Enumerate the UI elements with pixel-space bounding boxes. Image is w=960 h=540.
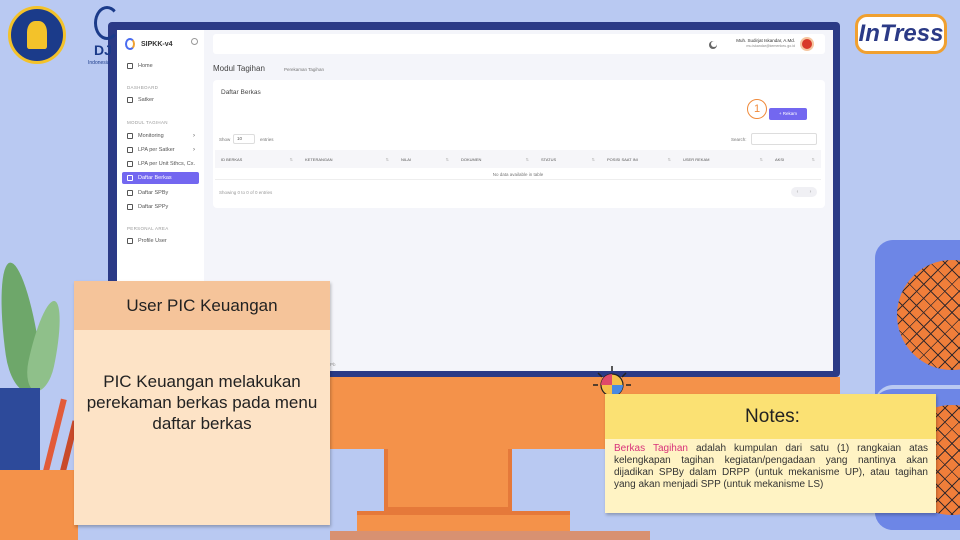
sidebar-toggle-icon[interactable] [191,38,198,45]
sidebar-item-label: Satker [138,97,154,103]
sidebar-item-monitoring[interactable]: Monitoring › [122,130,199,142]
user-email: mu.iskandar@kemenkeu.go.id [746,44,795,48]
chevron-right-icon: › [193,133,195,139]
topbar: Muh. Sudirjat Iskandar, A.Md. mu.iskanda… [213,34,825,54]
notes-term: Berkas Tagihan [614,443,688,454]
info-box: User PIC Keuangan PIC Keuangan melakukan… [74,281,330,525]
sidebar-item-label: Daftar Berkas [138,175,172,181]
sidebar-item-profile[interactable]: Profile User [122,235,199,247]
info-box-body: PIC Keuangan melakukan perekaman berkas … [86,372,318,433]
brand[interactable]: SIPKK-v4 [125,36,173,52]
sidebar-item-lpa-satker[interactable]: LPA per Satker › [122,144,199,156]
table-header: ID BERKAS KETERANGAN NILAI DOKUMEN STATU… [215,150,821,168]
intress-logo: InTress [855,14,947,54]
column-header[interactable]: DOKUMEN [455,157,535,162]
column-header[interactable]: STATUS [535,157,601,162]
table-empty-row: No data available in table [215,170,821,180]
sidebar-section-personal: PERSONAL AREA [127,226,169,231]
monitor-stand [384,449,512,511]
sidebar-item-satker[interactable]: Satker [122,94,199,106]
menu-icon [127,133,133,139]
table-info: Showing 0 to 0 of 0 entries [219,190,273,195]
sidebar-section-modul: MODUL TAGIHAN [127,120,168,125]
kemenkeu-logo [8,6,66,64]
notes-body: Berkas Tagihan adalah kumpulan dari satu… [605,439,936,491]
djpb-logo-subtext: Indonesia [88,60,110,66]
user-icon [127,238,133,244]
folder-icon [127,175,133,181]
entries-label: entries [260,137,274,142]
file-icon [127,147,133,153]
notes-title: Notes: [605,394,936,439]
pager-next-button[interactable]: › [810,189,812,195]
sidebar-item-label: LPA per Unit Sthcs, Cx. [138,161,196,167]
sidebar-item-label: LPA per Satker [138,147,175,153]
notes-box: Notes: Berkas Tagihan adalah kumpulan da… [605,394,936,513]
breadcrumb[interactable]: Perekaman Tagihan [284,67,324,72]
monitor-base [357,511,570,531]
column-header[interactable]: USER REKAM [677,157,769,162]
sidebar-item-label: Daftar SPPy [138,204,169,210]
sidebar-section-dashboard: DASHBOARD [127,85,159,90]
entries-select[interactable]: 10 [233,134,255,144]
sidebar-item-daftar-spp[interactable]: Daftar SPPy [122,201,199,213]
avatar[interactable] [800,37,814,51]
column-header[interactable]: AKSI [769,157,821,162]
sidebar-item-label: Home [138,63,153,69]
monitor-icon [127,97,133,103]
sidebar-item-daftar-spby[interactable]: Daftar SPBy [122,187,199,199]
brand-logo-icon [125,38,135,50]
column-header[interactable]: POSISI SAAT INI [601,157,677,162]
home-icon [127,63,133,69]
card-title: Daftar Berkas [221,89,261,96]
sidebar-item-label: Monitoring [138,133,164,139]
sidebar-item-label: Daftar SPBy [138,190,169,196]
file-icon [127,204,133,210]
pager-prev-button[interactable]: ‹ [797,189,799,195]
user-name: Muh. Sudirjat Iskandar, A.Md. [736,38,795,43]
rekam-button[interactable]: + Rekam [769,108,807,120]
search-label: Search: [731,137,747,142]
sidebar-item-daftar-berkas[interactable]: Daftar Berkas [122,172,199,184]
column-header[interactable]: NILAI [395,157,455,162]
footer-text: Pb [330,362,336,367]
file-icon [127,190,133,196]
sidebar-item-lpa-unit[interactable]: LPA per Unit Sthcs, Cx. [122,158,199,170]
page-title: Modul Tagihan [213,64,265,73]
info-box-title: User PIC Keuangan [74,281,330,330]
sidebar-item-home[interactable]: Home [122,60,199,72]
file-icon [127,161,133,167]
show-label: Show [219,137,231,142]
pagination: ‹ › [791,187,817,197]
sidebar-item-label: Profile User [138,238,167,244]
moon-icon[interactable] [711,41,717,47]
plant-pot [0,470,78,540]
daftar-berkas-card: Daftar Berkas 1 + Rekam Show 10 entries … [213,80,825,208]
step-marker: 1 [747,99,767,119]
brand-name: SIPKK-v4 [141,40,173,48]
monitor-shadow [330,531,650,540]
column-header[interactable]: KETERANGAN [299,157,395,162]
chevron-right-icon: › [193,147,195,153]
djpb-logo-text: DJ [94,42,112,58]
column-header[interactable]: ID BERKAS [215,157,299,162]
pencil-cup [0,388,40,478]
search-input[interactable] [751,133,817,145]
